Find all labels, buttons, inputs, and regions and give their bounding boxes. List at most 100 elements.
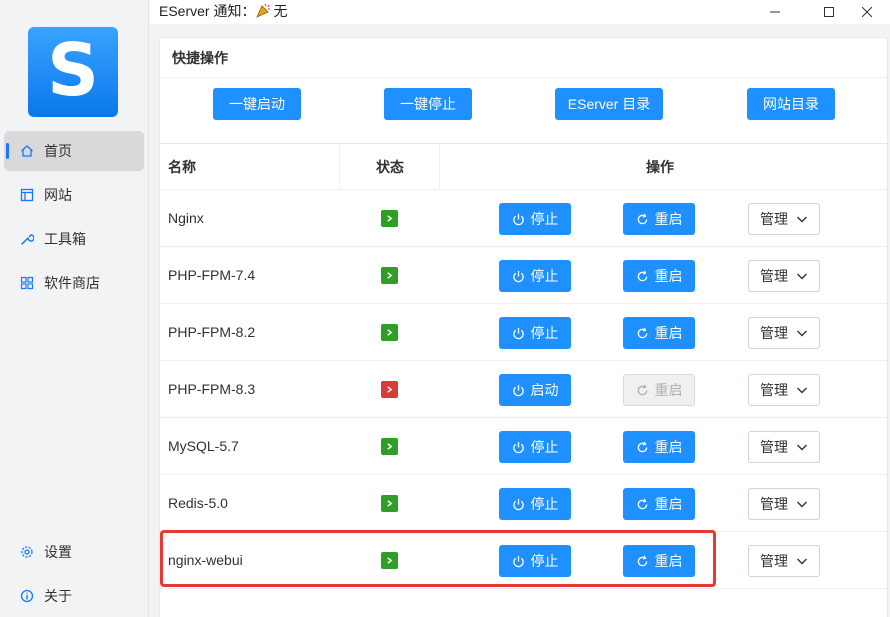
play-icon xyxy=(387,386,393,393)
manage-dropdown[interactable]: 管理 xyxy=(748,203,820,235)
sidebar-item-about[interactable]: 关于 xyxy=(4,576,144,616)
restart-button[interactable]: 重启 xyxy=(623,260,695,292)
manage-label: 管理 xyxy=(760,211,788,227)
refresh-icon xyxy=(637,555,647,566)
button-label: 停止 xyxy=(530,439,559,455)
manage-label: 管理 xyxy=(760,496,788,512)
stop-all-button[interactable]: 一键停止 xyxy=(384,88,472,120)
status-indicator xyxy=(381,552,398,569)
sidebar-item-toolbox[interactable]: 工具箱 xyxy=(4,219,144,259)
button-label: 重启 xyxy=(654,325,683,341)
status-indicator xyxy=(381,438,398,455)
minimize-button[interactable] xyxy=(752,0,798,24)
sidebar: S 首页 网站 工具箱 软件商店 设置 关于 xyxy=(0,0,149,617)
manage-dropdown[interactable]: 管理 xyxy=(748,488,820,520)
manage-label: 管理 xyxy=(760,553,788,569)
status-indicator xyxy=(381,381,398,398)
button-label: 启动 xyxy=(530,382,559,398)
button-label: 停止 xyxy=(530,325,559,341)
notice-text: 无 xyxy=(273,3,288,19)
table-row: Nginx 停止 重启 管理 xyxy=(160,190,887,247)
button-label: 停止 xyxy=(530,268,559,284)
header-status: 状态 xyxy=(376,159,404,175)
table-row: PHP-FPM-8.3 启动 重启 管理 xyxy=(160,361,887,418)
manage-label: 管理 xyxy=(760,268,788,284)
button-label: 重启 xyxy=(654,439,683,455)
refresh-icon xyxy=(637,384,647,395)
stop-button[interactable]: 停止 xyxy=(499,545,571,577)
button-label: 停止 xyxy=(530,496,559,512)
button-label: 停止 xyxy=(530,211,559,227)
restart-button[interactable]: 重启 xyxy=(623,203,695,235)
refresh-icon xyxy=(637,327,647,338)
service-name: Redis-5.0 xyxy=(168,495,228,511)
stop-button[interactable]: 停止 xyxy=(499,203,571,235)
table-row: PHP-FPM-7.4 停止 重启 管理 xyxy=(160,247,887,304)
logo-letter: S xyxy=(47,28,99,112)
table-row: nginx-webui 停止 重启 管理 xyxy=(160,532,887,589)
power-icon xyxy=(512,213,524,225)
website-dir-button[interactable]: 网站目录 xyxy=(747,88,835,120)
close-button[interactable] xyxy=(844,0,890,24)
play-icon xyxy=(387,443,393,450)
status-indicator xyxy=(381,267,398,284)
sidebar-item-label: 设置 xyxy=(44,544,72,560)
restart-button[interactable]: 重启 xyxy=(623,317,695,349)
manage-dropdown[interactable]: 管理 xyxy=(748,431,820,463)
restart-button[interactable]: 重启 xyxy=(623,431,695,463)
quick-actions-panel: 快捷操作 一键启动 一键停止 EServer 目录 网站目录 xyxy=(159,37,888,155)
sidebar-item-store[interactable]: 软件商店 xyxy=(4,263,144,303)
table-row: MySQL-5.7 停止 重启 管理 xyxy=(160,418,887,475)
stop-button[interactable]: 停止 xyxy=(499,260,571,292)
manage-dropdown[interactable]: 管理 xyxy=(748,374,820,406)
grid-icon xyxy=(20,276,34,290)
button-label: 重启 xyxy=(654,382,683,398)
button-label: 重启 xyxy=(654,496,683,512)
manage-dropdown[interactable]: 管理 xyxy=(748,545,820,577)
sidebar-item-home[interactable]: 首页 xyxy=(4,131,144,171)
maximize-icon xyxy=(824,7,834,17)
refresh-icon xyxy=(637,213,647,224)
power-icon xyxy=(512,384,524,396)
manage-dropdown[interactable]: 管理 xyxy=(748,260,820,292)
website-icon xyxy=(20,188,34,202)
button-label: 重启 xyxy=(654,268,683,284)
home-icon xyxy=(20,144,34,158)
stop-button[interactable]: 停止 xyxy=(499,317,571,349)
sidebar-item-website[interactable]: 网站 xyxy=(4,175,144,215)
play-icon xyxy=(387,500,393,507)
restart-button: 重启 xyxy=(623,374,695,406)
sidebar-item-label: 软件商店 xyxy=(44,275,100,291)
gear-icon xyxy=(20,545,34,559)
stop-button[interactable]: 停止 xyxy=(499,488,571,520)
chevron-down-icon xyxy=(797,330,807,337)
eserver-dir-button[interactable]: EServer 目录 xyxy=(555,88,663,120)
manage-dropdown[interactable]: 管理 xyxy=(748,317,820,349)
minimize-icon xyxy=(770,11,780,13)
window-title: EServer 通知： 无 xyxy=(159,1,287,21)
chevron-down-icon xyxy=(797,501,807,508)
chevron-down-icon xyxy=(797,387,807,394)
start-all-button[interactable]: 一键启动 xyxy=(213,88,301,120)
play-icon xyxy=(387,329,393,336)
restart-button[interactable]: 重启 xyxy=(623,545,695,577)
title-label: EServer 通知： xyxy=(159,3,256,19)
sidebar-item-label: 首页 xyxy=(44,143,72,159)
quick-actions-title: 快捷操作 xyxy=(160,38,887,78)
service-name: PHP-FPM-7.4 xyxy=(168,267,256,283)
status-indicator xyxy=(381,210,398,227)
wrench-icon xyxy=(20,232,34,246)
sidebar-item-settings[interactable]: 设置 xyxy=(4,532,144,572)
play-icon xyxy=(387,272,393,279)
party-icon xyxy=(255,2,273,21)
info-icon xyxy=(20,589,34,603)
service-name: PHP-FPM-8.3 xyxy=(168,381,256,397)
start-button[interactable]: 启动 xyxy=(499,374,571,406)
service-name: MySQL-5.7 xyxy=(168,438,239,454)
service-name: nginx-webui xyxy=(168,552,243,568)
manage-label: 管理 xyxy=(760,325,788,341)
table-row: Redis-5.0 停止 重启 管理 xyxy=(160,475,887,532)
restart-button[interactable]: 重启 xyxy=(623,488,695,520)
power-icon xyxy=(512,270,524,282)
stop-button[interactable]: 停止 xyxy=(499,431,571,463)
